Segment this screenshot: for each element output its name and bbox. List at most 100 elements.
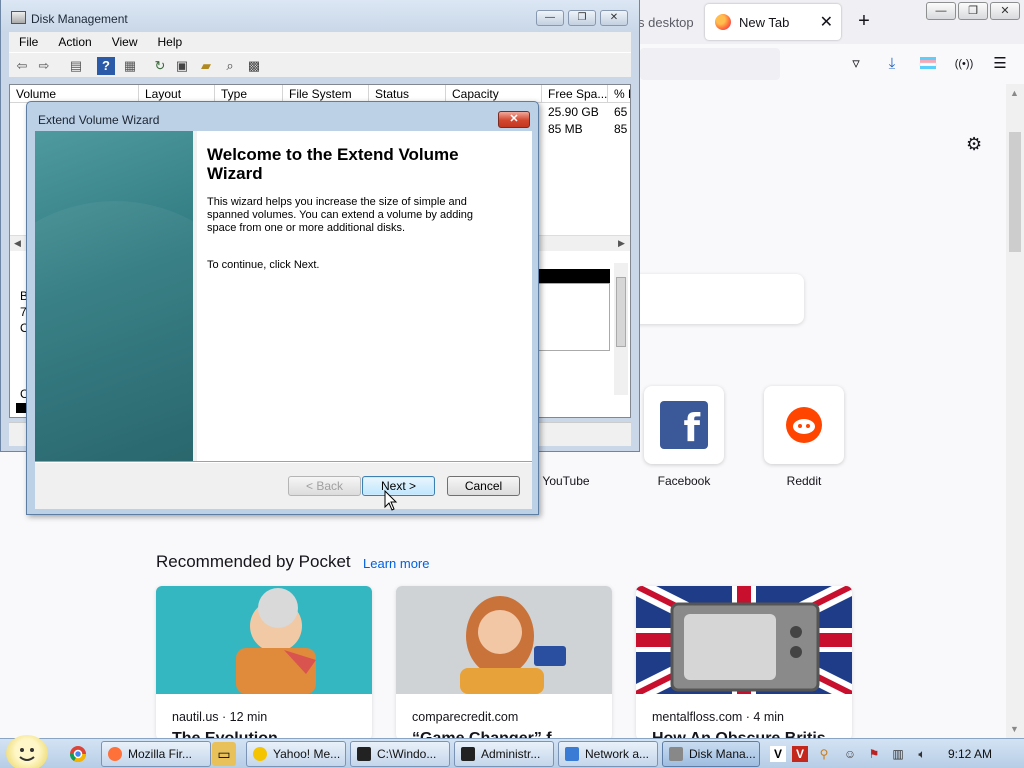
menu-file[interactable]: File bbox=[9, 35, 48, 49]
cancel-button[interactable]: Cancel bbox=[447, 476, 520, 496]
vertical-scrollbar[interactable]: ▲ ▼ bbox=[1006, 84, 1024, 740]
help-icon[interactable]: ? bbox=[97, 57, 115, 75]
new-tab-search-box[interactable] bbox=[620, 274, 804, 324]
scroll-up-icon[interactable]: ▲ bbox=[1010, 88, 1019, 98]
shortcut-reddit-label: Reddit bbox=[786, 474, 822, 488]
network-icon bbox=[565, 747, 579, 761]
taskbar-button-label: Disk Mana... bbox=[689, 747, 756, 761]
close-icon[interactable]: ✕ bbox=[498, 111, 530, 128]
maximize-button[interactable]: ❐ bbox=[568, 10, 596, 26]
tray-smiley-icon[interactable]: ☺ bbox=[842, 746, 858, 762]
shortcut-facebook-label: Facebook bbox=[657, 474, 711, 488]
next-button[interactable]: Next > bbox=[362, 476, 435, 496]
tab-previous[interactable]: s desktop bbox=[638, 4, 704, 40]
taskbar-button-firefox[interactable]: Mozilla Fir... bbox=[101, 741, 211, 767]
shortcut-reddit-tile[interactable] bbox=[764, 386, 844, 464]
shortcut-reddit[interactable]: Reddit bbox=[764, 386, 844, 488]
pocket-card-image bbox=[636, 586, 852, 694]
download-icon[interactable]: ⤓ bbox=[882, 54, 902, 74]
shortcut-facebook-tile[interactable]: f bbox=[644, 386, 724, 464]
wizard-titlebar[interactable]: Extend Volume Wizard ✕ bbox=[27, 102, 538, 132]
free-space-cell: 25.90 GB bbox=[548, 105, 599, 119]
partition-header-bar bbox=[538, 269, 610, 283]
taskbar-button-label: Administr... bbox=[481, 747, 541, 761]
pocket-card[interactable]: nautil.us · 12 min The Evolution bbox=[156, 586, 372, 740]
pocket-card-source: nautil.us · 12 min bbox=[172, 710, 268, 724]
free-space-cell: 85 MB bbox=[548, 122, 583, 136]
pocket-learn-more-link[interactable]: Learn more bbox=[363, 556, 429, 571]
taskbar-button-yahoo[interactable]: Yahoo! Me... bbox=[246, 741, 346, 767]
toolbar: ⇦ ⇨ ▤ ? ▦ ↻ ▣ ▰ ⌕ ▩ bbox=[9, 52, 631, 78]
vertical-scrollbar[interactable] bbox=[614, 263, 628, 395]
url-bar[interactable] bbox=[640, 48, 780, 80]
wizard-body: Welcome to the Extend Volume Wizard This… bbox=[35, 131, 532, 509]
close-window-button[interactable]: ✕ bbox=[600, 10, 628, 26]
partition-block[interactable] bbox=[538, 283, 610, 351]
taskbar-button-cmd[interactable]: C:\Windo... bbox=[350, 741, 450, 767]
chrome-icon[interactable] bbox=[66, 742, 90, 766]
tab-close-icon[interactable]: ✕ bbox=[820, 12, 833, 32]
tab-previous-label: s desktop bbox=[638, 14, 694, 30]
taskbar-button-label: Yahoo! Me... bbox=[273, 747, 341, 761]
taskbar-button-network[interactable]: Network a... bbox=[558, 741, 658, 767]
scroll-down-icon[interactable]: ▼ bbox=[1010, 724, 1019, 734]
reader-icon[interactable]: ((•)) bbox=[954, 54, 974, 74]
wizard-heading: Welcome to the Extend Volume Wizard bbox=[207, 145, 459, 183]
open-folder-icon[interactable]: ▰ bbox=[197, 57, 215, 75]
scroll-right-icon[interactable]: ▶ bbox=[618, 238, 625, 249]
new-tab-button[interactable]: + bbox=[852, 10, 876, 34]
wizard-description: This wizard helps you increase the size … bbox=[207, 196, 474, 234]
taskbar-button-label: Network a... bbox=[585, 747, 650, 761]
start-button[interactable] bbox=[6, 735, 48, 768]
settings-grid-icon[interactable]: ▩ bbox=[245, 57, 263, 75]
menu-view[interactable]: View bbox=[102, 35, 148, 49]
disk-management-icon bbox=[11, 11, 26, 24]
column-header[interactable]: % F bbox=[608, 85, 630, 103]
tab-new-tab-label: New Tab bbox=[739, 14, 790, 30]
scrollbar-thumb[interactable] bbox=[1009, 132, 1021, 252]
back-button[interactable]: < Back bbox=[288, 476, 361, 496]
pocket-card[interactable]: comparecredit.com “Game Changer” f bbox=[396, 586, 612, 740]
rescan-icon[interactable]: ▣ bbox=[173, 57, 191, 75]
tray-app-icon[interactable]: V bbox=[770, 746, 786, 762]
menu-icon[interactable]: ☰ bbox=[990, 54, 1010, 74]
column-header[interactable]: Free Spa... bbox=[542, 85, 608, 103]
taskbar-button-admin-cmd[interactable]: Administr... bbox=[454, 741, 554, 767]
scrollbar-thumb[interactable] bbox=[616, 277, 626, 347]
close-window-button[interactable]: ✕ bbox=[990, 2, 1020, 20]
facebook-icon: f bbox=[660, 401, 708, 449]
back-arrow-icon[interactable]: ⇦ bbox=[13, 57, 31, 75]
window-title: Disk Management bbox=[31, 12, 128, 26]
tray-clock[interactable]: 9:12 AM bbox=[948, 747, 992, 761]
pocket-card-source: mentalfloss.com · 4 min bbox=[652, 710, 784, 724]
search-icon[interactable]: ⌕ bbox=[221, 57, 239, 75]
show-hide-tree-icon[interactable]: ▤ bbox=[67, 57, 85, 75]
taskbar-button-label: C:\Windo... bbox=[377, 747, 437, 761]
minimize-button[interactable]: — bbox=[926, 2, 956, 20]
tray-volume-icon[interactable]: 🔈︎ bbox=[914, 746, 930, 762]
wizard-banner-image bbox=[35, 131, 193, 461]
scroll-left-icon[interactable]: ◀ bbox=[14, 238, 21, 249]
extension-icon[interactable] bbox=[918, 54, 938, 74]
tray-flag-icon[interactable]: ⚑ bbox=[866, 746, 882, 762]
wizard-continue-text: To continue, click Next. bbox=[207, 259, 320, 271]
maximize-button[interactable]: ❐ bbox=[958, 2, 988, 20]
gear-icon[interactable]: ⚙ bbox=[966, 134, 982, 155]
folder-icon[interactable]: ▭ bbox=[212, 742, 236, 766]
tray-search-icon[interactable]: ⚲ bbox=[816, 746, 832, 762]
refresh-icon[interactable]: ↻ bbox=[151, 57, 169, 75]
taskbar-button-disk-management[interactable]: Disk Mana... bbox=[662, 741, 760, 767]
tray-app-icon[interactable]: V bbox=[792, 746, 808, 762]
menu-help[interactable]: Help bbox=[148, 35, 193, 49]
pocket-icon[interactable]: ▿ bbox=[846, 54, 866, 74]
shortcut-facebook[interactable]: f Facebook bbox=[644, 386, 724, 488]
properties-icon[interactable]: ▦ bbox=[121, 57, 139, 75]
disk-management-titlebar[interactable]: Disk Management — ❐ ✕ bbox=[1, 0, 639, 32]
tab-new-tab[interactable]: New Tab ✕ bbox=[705, 4, 841, 40]
minimize-button[interactable]: — bbox=[536, 10, 564, 26]
forward-arrow-icon[interactable]: ⇨ bbox=[35, 57, 53, 75]
firefox-icon bbox=[108, 747, 122, 761]
menu-action[interactable]: Action bbox=[48, 35, 101, 49]
tray-network-icon[interactable]: ▥ bbox=[890, 746, 906, 762]
pocket-card[interactable]: mentalfloss.com · 4 min How An Obscure B… bbox=[636, 586, 852, 740]
